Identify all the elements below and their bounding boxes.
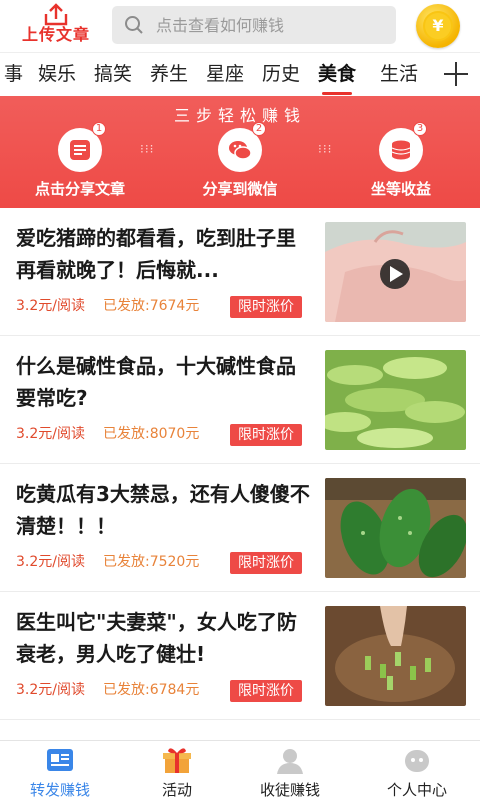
article-title[interactable]: 医生叫它"夫妻菜"，女人吃了防衰老，男人吃了健壮!	[16, 606, 312, 672]
add-category-icon[interactable]	[444, 62, 468, 86]
article-item[interactable]: 吃黄瓜有3大禁忌，还有人傻傻不清楚！！！ 3.2元/阅读 已发放:7520元 限时…	[0, 464, 480, 592]
price-per-read: 3.2元/阅读	[16, 682, 85, 698]
paid-out-amount: 已发放:8070元	[102, 426, 200, 442]
paid-out-amount: 已发放:7674元	[102, 298, 200, 314]
tab-yangsheng[interactable]: 养生	[150, 61, 188, 89]
article-meta: 3.2元/阅读 已发放:6784元	[16, 680, 199, 700]
search-input[interactable]	[156, 13, 386, 37]
search-bar[interactable]	[112, 6, 396, 44]
step-separator: ⁝⁝⁝	[318, 142, 333, 156]
article-meta: 3.2元/阅读 已发放:7674元	[16, 296, 199, 316]
article-title[interactable]: 什么是碱性食品，十大碱性食品要常吃?	[16, 350, 312, 416]
article-title[interactable]: 吃黄瓜有3大禁忌，还有人傻傻不清楚！！！	[16, 478, 312, 544]
nav-label: 个人中心	[386, 781, 447, 799]
coin-icon[interactable]: ¥	[416, 4, 460, 48]
category-tabs: 事 娱乐 搞笑 养生 星座 历史 美食 生活	[0, 52, 480, 96]
top-bar: 上传文章 ¥	[0, 0, 480, 52]
upload-label: 上传文章	[21, 25, 90, 44]
step-share-article: 1 点击分享文章	[15, 122, 145, 199]
nav-apprentice[interactable]: 收徒赚钱	[230, 747, 350, 800]
chopped-vegetable-thumbnail[interactable]	[325, 606, 466, 706]
cucumber-thumbnail[interactable]	[325, 478, 466, 578]
step-share-wechat: 2 分享到微信	[175, 122, 305, 199]
price-per-read: 3.2元/阅读	[16, 554, 85, 570]
limited-raise-badge: 限时涨价	[230, 680, 302, 702]
price-per-read: 3.2元/阅读	[16, 426, 85, 442]
step-number: 1	[92, 122, 106, 136]
tab-yule[interactable]: 娱乐	[38, 61, 76, 89]
nav-activity[interactable]: 活动	[117, 747, 237, 800]
paid-out-amount: 已发放:6784元	[102, 682, 200, 698]
article-item[interactable]: 什么是碱性食品，十大碱性食品要常吃? 3.2元/阅读 已发放:8070元 限时涨价	[0, 336, 480, 464]
limited-raise-badge: 限时涨价	[230, 552, 302, 574]
coins-icon: 3	[379, 122, 427, 172]
tab-shi[interactable]: 事	[4, 61, 23, 89]
paid-out-amount: 已发放:7520元	[102, 554, 200, 570]
upload-icon	[44, 3, 68, 26]
tab-lishi[interactable]: 历史	[262, 61, 300, 89]
pig-trotter-video-thumbnail[interactable]	[325, 222, 466, 322]
tab-shenghuo[interactable]: 生活	[380, 61, 418, 89]
upload-article-button[interactable]: 上传文章	[10, 2, 102, 48]
article-icon: 1	[58, 122, 106, 172]
nav-label: 收徒赚钱	[259, 781, 320, 799]
step-number: 2	[252, 122, 266, 136]
nav-label: 活动	[161, 781, 192, 799]
price-per-read: 3.2元/阅读	[16, 298, 85, 314]
earn-steps-banner[interactable]: 三步轻松赚钱 1 点击分享文章 ⁝⁝⁝ 2 分享到微信 ⁝⁝⁝ 3 坐等收益	[0, 96, 480, 208]
gift-icon	[162, 747, 192, 775]
article-meta: 3.2元/阅读 已发放:8070元	[16, 424, 199, 444]
limited-raise-badge: 限时涨价	[230, 296, 302, 318]
search-icon	[125, 16, 143, 34]
forward-earn-icon	[45, 747, 75, 775]
banner-title: 三步轻松赚钱	[173, 106, 306, 125]
nav-label: 转发赚钱	[29, 781, 90, 799]
article-item[interactable]: 爱吃猪蹄的都看看，吃到肚子里再看就晚了！后悔就... 3.2元/阅读 已发放:76…	[0, 208, 480, 336]
article-list: 爱吃猪蹄的都看看，吃到肚子里再看就晚了！后悔就... 3.2元/阅读 已发放:76…	[0, 208, 480, 720]
step-label: 分享到微信	[202, 180, 278, 198]
step-earn-income: 3 坐等收益	[336, 122, 466, 199]
tab-meishi[interactable]: 美食	[318, 61, 356, 95]
apprentice-icon	[275, 747, 305, 775]
article-item[interactable]: 医生叫它"夫妻菜"，女人吃了防衰老，男人吃了健壮! 3.2元/阅读 已发放:678…	[0, 592, 480, 720]
profile-icon	[402, 747, 432, 775]
bottom-navigation: 转发赚钱 活动 收徒赚钱 个人中心	[0, 740, 480, 800]
tab-gaoxiao[interactable]: 搞笑	[94, 61, 132, 89]
wechat-icon: 2	[218, 122, 266, 172]
nav-forward-earn[interactable]: 转发赚钱	[0, 747, 120, 800]
coin-symbol: ¥	[423, 11, 453, 41]
nav-profile[interactable]: 个人中心	[357, 747, 477, 800]
tab-xingzuo[interactable]: 星座	[206, 61, 244, 89]
step-number: 3	[413, 122, 427, 136]
celery-thumbnail[interactable]	[325, 350, 466, 450]
step-label: 点击分享文章	[34, 180, 125, 198]
step-label: 坐等收益	[370, 180, 431, 198]
step-separator: ⁝⁝⁝	[140, 142, 155, 156]
article-title[interactable]: 爱吃猪蹄的都看看，吃到肚子里再看就晚了！后悔就...	[16, 222, 312, 288]
article-meta: 3.2元/阅读 已发放:7520元	[16, 552, 199, 572]
limited-raise-badge: 限时涨价	[230, 424, 302, 446]
